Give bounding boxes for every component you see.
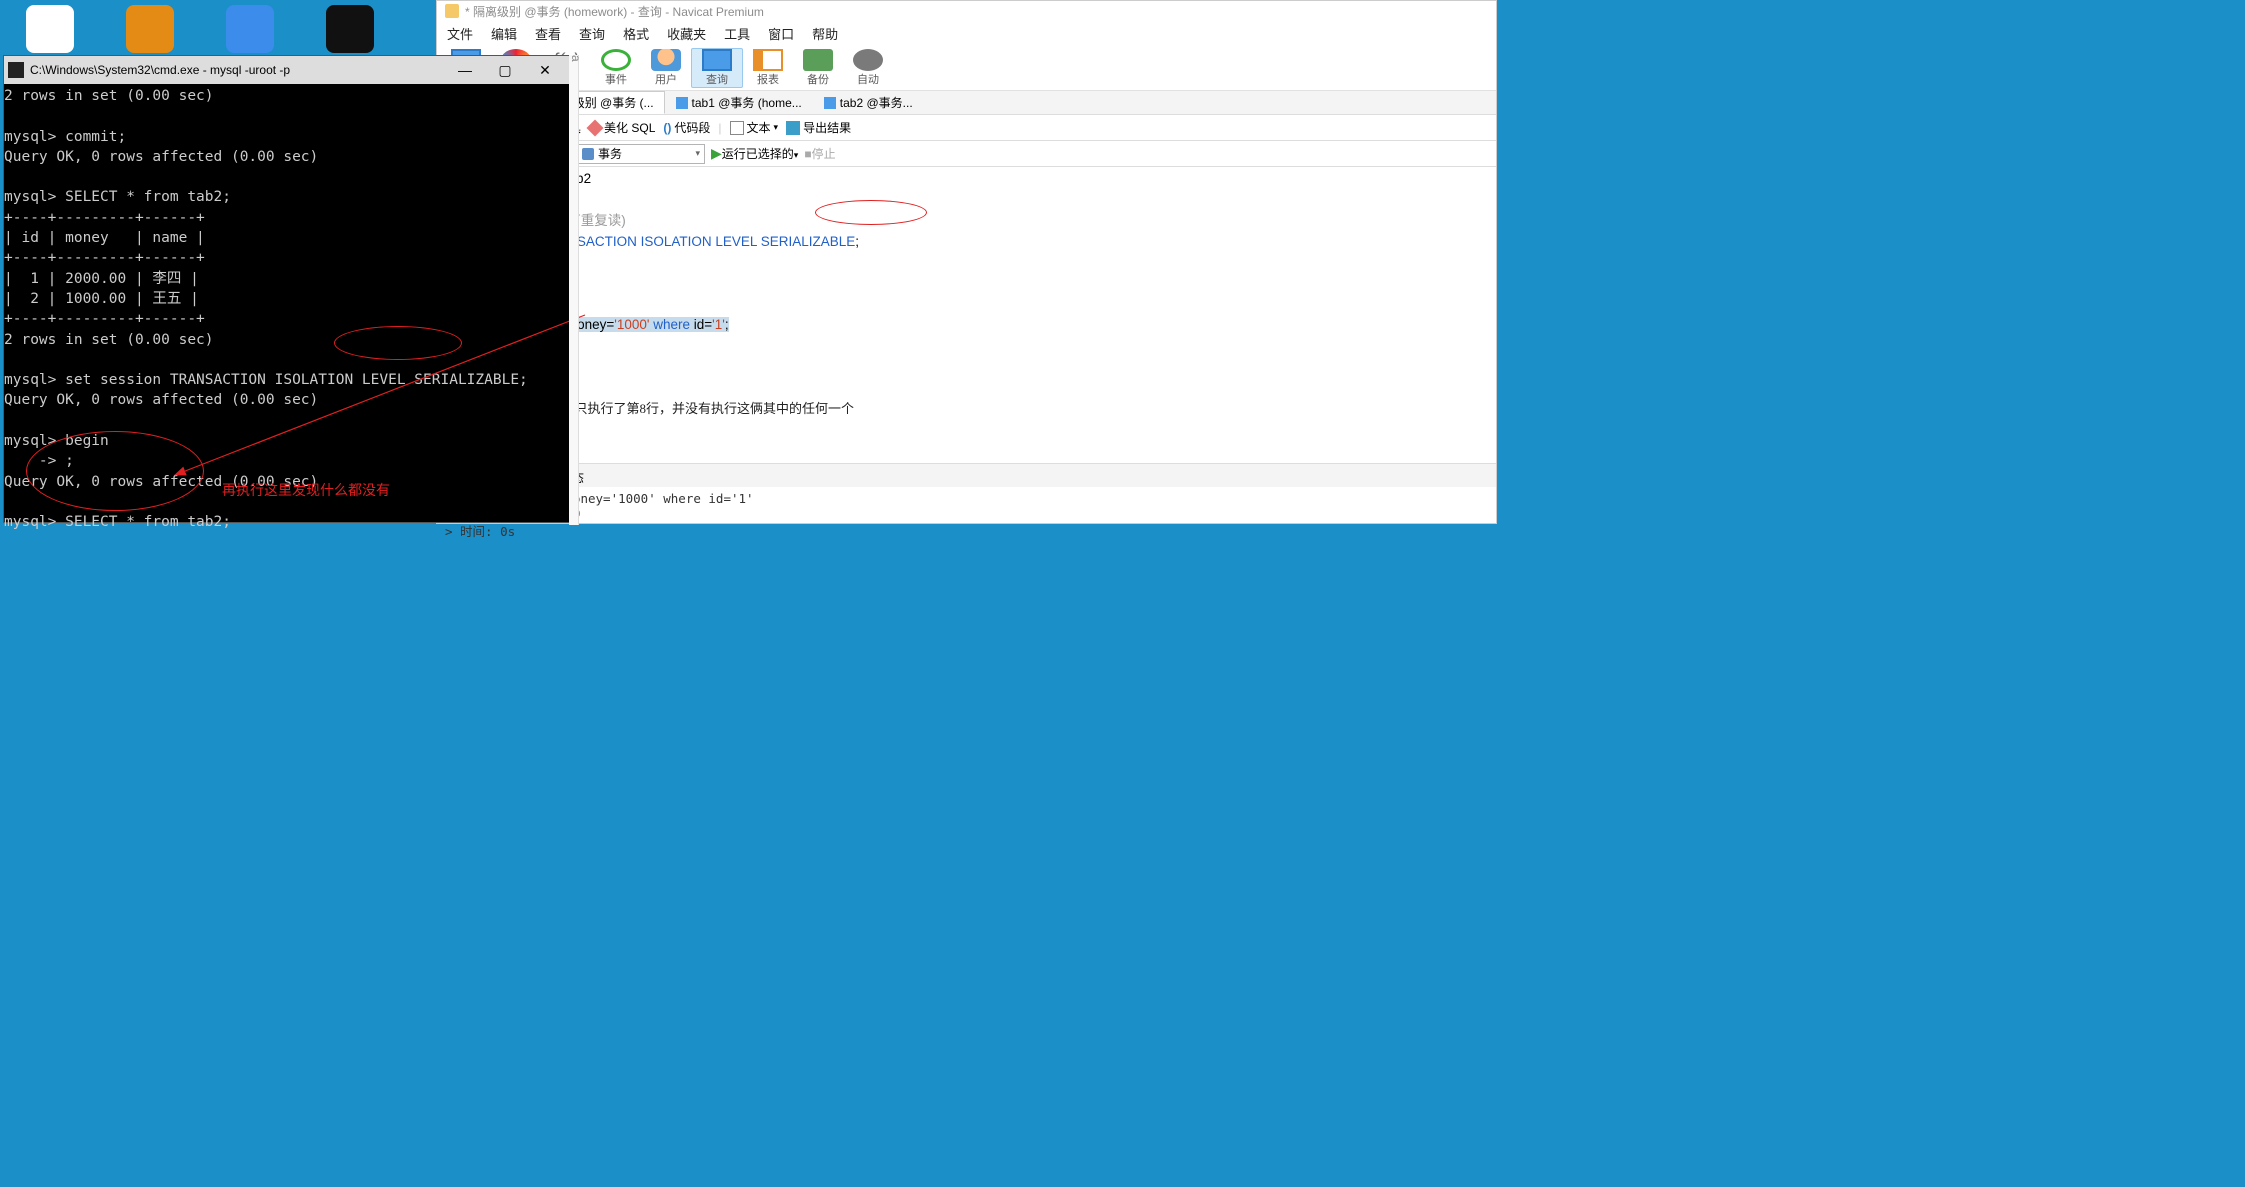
close-button[interactable]: ✕ <box>525 57 565 83</box>
navicat-menu: 文件编辑查看查询格式收藏夹工具窗口帮助 <box>437 21 1496 45</box>
tool-自动[interactable]: 自动 <box>843 49 893 87</box>
menu-查看[interactable]: 查看 <box>535 24 561 43</box>
cmd-icon <box>8 62 24 78</box>
cmd-title-text: C:\Windows\System32\cmd.exe - mysql -uro… <box>30 63 445 77</box>
navicat-title: * 隔离级别 @事务 (homework) - 查询 - Navicat Pre… <box>465 3 764 20</box>
备份-icon <box>803 49 833 71</box>
side-strip: a <box>569 55 579 525</box>
navicat-icon <box>445 4 459 18</box>
menu-窗口[interactable]: 窗口 <box>768 24 794 43</box>
navicat-toolbar3: homework▾ 事务▾ ▶运行已选择的▾ ■停止 <box>437 141 1496 167</box>
sql-editor[interactable]: 123456789101112 SELECT * from tab2 -- 设置… <box>437 167 1496 463</box>
menu-编辑[interactable]: 编辑 <box>491 24 517 43</box>
annotation-text-editor: 此时只执行了第8行，并没有执行这俩其中的任何一个 <box>549 401 855 416</box>
menu-查询[interactable]: 查询 <box>579 24 605 43</box>
menu-收藏夹[interactable]: 收藏夹 <box>667 24 706 43</box>
tab-tab2 @事务...[interactable]: tab2 @事务... <box>813 91 924 114</box>
menu-格式[interactable]: 格式 <box>623 24 649 43</box>
navicat-titlebar[interactable]: * 隔离级别 @事务 (homework) - 查询 - Navicat Pre… <box>437 1 1496 21</box>
navicat-toolbar: 表视图f(x)函数事件用户查询报表备份自动 <box>437 45 1496 91</box>
output-panel: update tab2 set money='1000' where id='1… <box>437 487 1496 544</box>
tool-事件[interactable]: 事件 <box>591 49 641 87</box>
text-button[interactable]: 文本▾ <box>730 119 779 136</box>
cmd-body[interactable]: 2 rows in set (0.00 sec) mysql> commit; … <box>4 84 569 535</box>
database-combo[interactable]: 事务▾ <box>577 144 705 164</box>
用户-icon <box>651 49 681 71</box>
cmd-titlebar[interactable]: C:\Windows\System32\cmd.exe - mysql -uro… <box>4 56 569 84</box>
navicat-toolbar2: 保存 查询创建工具 美化 SQL ()代码段 | 文本▾ 导出结果 <box>437 115 1496 141</box>
tab-icon <box>824 97 836 109</box>
tool-报表[interactable]: 报表 <box>743 49 793 87</box>
报表-icon <box>753 49 783 71</box>
code-snippet-button[interactable]: ()代码段 <box>663 119 710 136</box>
beautify-sql-button[interactable]: 美化 SQL <box>589 119 655 136</box>
查询-icon <box>702 49 732 71</box>
tool-用户[interactable]: 用户 <box>641 49 691 87</box>
事件-icon <box>601 49 631 71</box>
menu-工具[interactable]: 工具 <box>724 24 750 43</box>
run-selected-button[interactable]: ▶运行已选择的▾ <box>711 145 798 162</box>
editor-body[interactable]: SELECT * from tab2 -- 设置隔离级别(可重复读)set se… <box>465 167 1496 463</box>
minimize-button[interactable]: — <box>445 57 485 83</box>
maximize-button[interactable]: ▢ <box>485 57 525 83</box>
tool-备份[interactable]: 备份 <box>793 49 843 87</box>
navicat-tabs: 对象** 隔离级别 @事务 (...tab1 @事务 (home...tab2 … <box>437 91 1496 115</box>
menu-帮助[interactable]: 帮助 <box>812 24 838 43</box>
tool-查询[interactable]: 查询 <box>691 48 743 88</box>
export-button[interactable]: 导出结果 <box>786 119 851 136</box>
navicat-window: * 隔离级别 @事务 (homework) - 查询 - Navicat Pre… <box>436 0 1497 524</box>
cmd-window: C:\Windows\System32\cmd.exe - mysql -uro… <box>3 55 570 523</box>
menu-文件[interactable]: 文件 <box>447 24 473 43</box>
自动-icon <box>853 49 883 71</box>
tab-tab1 @事务 (home...[interactable]: tab1 @事务 (home... <box>665 91 813 114</box>
stop-button[interactable]: ■停止 <box>804 145 835 162</box>
output-tabs: 信息剖析状态 <box>437 463 1496 487</box>
tab-icon <box>676 97 688 109</box>
